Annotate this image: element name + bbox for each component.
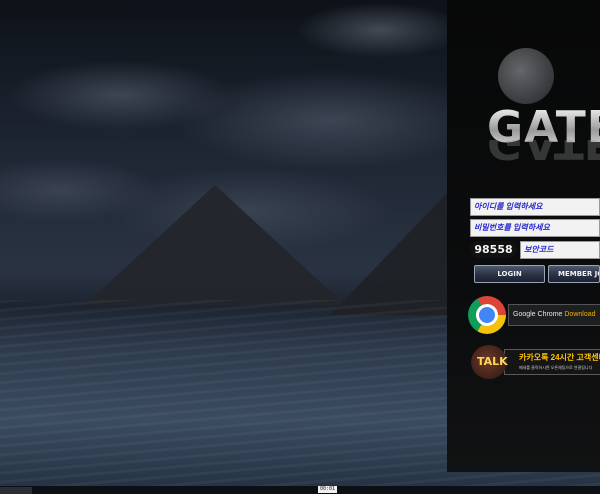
captcha-code: 98558 (470, 241, 517, 258)
kakao-banner-title: 카카오톡 24시간 고객센터 (519, 353, 600, 362)
user-id-input[interactable]: 아이디를 입력하세요 (470, 198, 600, 216)
chrome-icon (468, 296, 506, 334)
password-input[interactable]: 비밀번호를 입력하세요 (470, 219, 600, 237)
moon-graphic (498, 48, 554, 104)
bottom-left-tab (0, 487, 32, 494)
bottom-bar (0, 486, 600, 494)
kakao-talk-icon: TALK (471, 345, 508, 379)
kakao-talk-label: TALK (477, 355, 508, 368)
clock-display: 00:01 (318, 486, 337, 493)
chrome-banner-bar: Google Chrome Download (508, 304, 600, 326)
login-button[interactable]: LOGIN (474, 265, 545, 283)
member-join-button[interactable]: MEMBER JOIN (548, 265, 600, 283)
site-logo-reflection: GATE (487, 140, 600, 164)
chrome-download-label: Download (564, 311, 596, 318)
chrome-download-banner[interactable]: Google Chrome Download (468, 296, 600, 334)
kakao-banner-subtitle: 메세를 클릭하시면 오픈채팅으로 연결됩니다 (519, 365, 593, 370)
kakao-support-banner[interactable]: 카카오톡 24시간 고객센터 메세를 클릭하시면 오픈채팅으로 연결됩니다 TA… (471, 345, 600, 381)
mountain-left (85, 185, 345, 305)
chrome-banner-label: Google Chrome (513, 311, 563, 318)
kakao-banner-bar: 카카오톡 24시간 고객센터 메세를 클릭하시면 오픈채팅으로 연결됩니다 (504, 349, 600, 375)
security-code-input[interactable]: 보안코드 (520, 241, 600, 259)
